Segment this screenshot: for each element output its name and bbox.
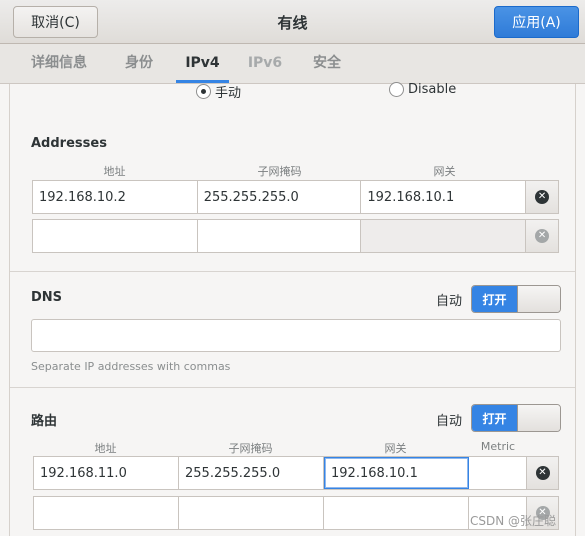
addresses-header-address: 地址 [103,165,126,178]
tab-security[interactable]: 安全 [302,44,352,83]
tab-identity[interactable]: 身份 [114,44,164,83]
tab-ipv6[interactable]: IPv6 [240,44,290,83]
route-netmask-field[interactable]: 255.255.255.0 [179,457,324,489]
gateway-field[interactable]: 192.168.10.1 [361,181,526,213]
routes-auto-toggle[interactable]: 打开 [471,404,561,432]
addresses-title: Addresses [31,136,107,151]
radio-unchecked-icon [389,82,404,97]
delete-route-button[interactable]: ✕ [526,457,558,489]
routes-header-address: 地址 [94,442,117,455]
address-field[interactable]: 192.168.10.2 [33,181,198,213]
route-metric-field[interactable] [469,457,526,489]
route-gateway-field[interactable] [324,497,469,529]
remove-icon: ✕ [535,229,550,243]
remove-icon: ✕ [535,190,550,204]
delete-address-button[interactable]: ✕ [525,181,558,213]
netmask-field[interactable]: 255.255.255.0 [197,181,362,213]
toggle-on-label: 打开 [472,286,517,312]
radio-manual[interactable]: 手动 [196,82,241,101]
watermark: CSDN @张庄聪 [470,514,557,528]
route-gateway-field[interactable]: 192.168.10.1 [324,457,469,489]
section-divider [10,387,575,388]
toggle-knob [517,405,560,431]
netmask-field[interactable] [197,220,362,252]
address-field[interactable] [33,220,198,252]
route-row: 192.168.11.0 255.255.255.0 192.168.10.1 … [33,456,559,490]
routes-header-metric: Metric [480,440,516,453]
radio-disable[interactable]: Disable [389,82,456,97]
tab-bar: 详细信息 身份 IPv4 IPv6 安全 [0,44,585,84]
addresses-header-gateway: 网关 [433,165,456,178]
toggle-knob [517,286,560,312]
dns-input[interactable] [31,319,561,352]
radio-checked-icon [196,84,211,99]
route-address-field[interactable] [34,497,179,529]
header-bar: 取消(C) 有线 应用(A) [0,0,585,44]
remove-icon: ✕ [535,466,550,480]
tab-details[interactable]: 详细信息 [18,44,100,83]
routes-header-gateway: 网关 [384,442,407,455]
route-address-field[interactable]: 192.168.11.0 [34,457,179,489]
tab-ipv4[interactable]: IPv4 [176,44,229,83]
routes-header-netmask: 子网掩码 [228,442,273,455]
dns-title: DNS [31,290,63,305]
dns-auto-label: 自动 [436,294,463,309]
delete-address-button[interactable]: ✕ [525,220,558,252]
section-divider [10,271,575,272]
route-netmask-field[interactable] [179,497,324,529]
routes-title: 路由 [31,414,58,429]
toggle-on-label: 打开 [472,405,517,431]
dns-auto-toggle[interactable]: 打开 [471,285,561,313]
dns-hint: Separate IP addresses with commas [31,360,231,373]
radio-disable-label: Disable [408,82,457,97]
routes-auto-label: 自动 [436,414,463,429]
radio-manual-label: 手动 [215,86,242,101]
address-row: 192.168.10.2 255.255.255.0 192.168.10.1 … [32,180,559,214]
gateway-field[interactable] [361,220,526,252]
addresses-header-netmask: 子网掩码 [257,165,302,178]
address-row-empty: ✕ [32,219,559,253]
apply-button[interactable]: 应用(A) [494,6,579,38]
